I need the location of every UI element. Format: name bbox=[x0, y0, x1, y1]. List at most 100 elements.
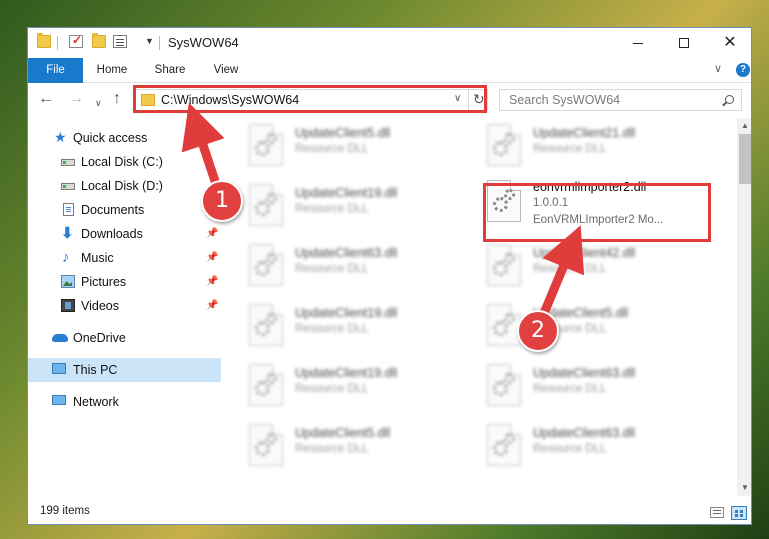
file-item[interactable]: UpdateClient5.dll Resource DLL bbox=[241, 418, 471, 474]
maximize-button[interactable] bbox=[661, 28, 707, 58]
sidebar-item-label: This PC bbox=[73, 363, 118, 377]
file-type: Resource DLL bbox=[533, 143, 607, 155]
callout-1: 1 bbox=[201, 180, 243, 222]
file-name: UpdateClient19.dll bbox=[295, 186, 398, 200]
sidebar-item-this-pc[interactable]: This PC bbox=[28, 358, 221, 382]
file-item[interactable]: UpdateClient21.dll Resource DLL bbox=[479, 118, 709, 174]
sidebar-item-local-disk-d[interactable]: Local Disk (D:) bbox=[28, 174, 221, 198]
file-item[interactable]: UpdateClient5.dll Resource DLL bbox=[241, 118, 471, 174]
pin-icon[interactable]: 📌 bbox=[206, 228, 218, 239]
pictures-icon bbox=[61, 275, 75, 288]
file-item[interactable]: UpdateClient19.dll Resource DLL bbox=[241, 298, 471, 354]
new-folder-icon[interactable] bbox=[92, 33, 106, 48]
close-button[interactable]: ✕ bbox=[707, 28, 751, 58]
sidebar-item-label: Local Disk (C:) bbox=[81, 155, 163, 169]
close-icon: ✕ bbox=[723, 34, 737, 51]
sidebar-item-network[interactable]: Network bbox=[28, 390, 221, 414]
sidebar-item-downloads[interactable]: ⬇ Downloads 📌 bbox=[28, 222, 221, 246]
separator bbox=[57, 36, 58, 50]
file-type: Resource DLL bbox=[295, 203, 369, 215]
up-arrow-icon[interactable]: ↑ bbox=[113, 90, 121, 108]
dll-file-icon bbox=[249, 424, 283, 466]
scroll-down-icon[interactable]: ▼ bbox=[741, 483, 749, 492]
chevron-down-icon[interactable]: ▼ bbox=[145, 36, 154, 46]
customize-icon[interactable] bbox=[113, 35, 127, 48]
file-list: UpdateClient5.dll Resource DLL UpdateCli… bbox=[221, 118, 737, 496]
scroll-up-icon[interactable]: ▲ bbox=[741, 121, 749, 130]
file-type: Resource DLL bbox=[533, 383, 607, 395]
star-icon: ★ bbox=[54, 129, 67, 145]
file-name: UpdateClient63.dll bbox=[295, 246, 398, 260]
sidebar-item-quick-access[interactable]: ★ Quick access bbox=[28, 126, 221, 150]
file-item[interactable]: UpdateClient63.dll Resource DLL bbox=[241, 238, 471, 294]
downloads-icon: ⬇ bbox=[61, 225, 74, 242]
sidebar-item-onedrive[interactable]: OneDrive bbox=[28, 326, 221, 350]
music-icon: ♪ bbox=[62, 249, 70, 266]
dll-file-icon bbox=[487, 364, 521, 406]
scrollbar-thumb[interactable] bbox=[739, 134, 751, 184]
window-title: SysWOW64 bbox=[168, 35, 239, 50]
properties-check-icon[interactable] bbox=[69, 33, 83, 48]
sidebar-item-pictures[interactable]: Pictures 📌 bbox=[28, 270, 221, 294]
drive-icon bbox=[61, 159, 75, 166]
file-name: UpdateClient5.dll bbox=[295, 126, 391, 140]
forward-arrow-icon[interactable]: → bbox=[68, 90, 84, 108]
sidebar-item-label: Music bbox=[81, 251, 114, 265]
pin-icon[interactable]: 📌 bbox=[206, 252, 218, 263]
file-name: UpdateClient19.dll bbox=[295, 366, 398, 380]
minimize-button[interactable] bbox=[615, 28, 661, 58]
vertical-scrollbar[interactable]: ▲ ▼ bbox=[737, 118, 751, 496]
file-item[interactable]: UpdateClient5.dll Resource DLL bbox=[479, 298, 709, 354]
dll-file-icon bbox=[487, 424, 521, 466]
folder-icon[interactable] bbox=[37, 33, 51, 48]
drive-icon bbox=[61, 183, 75, 190]
file-name: UpdateClient5.dll bbox=[295, 426, 391, 440]
sidebar-item-local-disk-c[interactable]: Local Disk (C:) bbox=[28, 150, 221, 174]
file-item[interactable]: UpdateClient42.dll Resource DLL bbox=[479, 238, 709, 294]
file-type: Resource DLL bbox=[295, 443, 369, 455]
title-bar: ▼ SysWOW64 ✕ bbox=[28, 28, 751, 58]
sidebar-item-label: Downloads bbox=[81, 227, 143, 241]
file-name: UpdateClient19.dll bbox=[295, 306, 398, 320]
sidebar-item-label: Pictures bbox=[81, 275, 127, 289]
search-input[interactable]: Search SysWOW64 bbox=[499, 89, 742, 111]
expand-ribbon-icon[interactable]: ∨ bbox=[714, 62, 722, 75]
navigation-pane: ★ Quick access Local Disk (C:) Local Dis… bbox=[28, 118, 221, 498]
file-item[interactable]: UpdateClient63.dll Resource DLL bbox=[479, 358, 709, 414]
details-view-icon[interactable] bbox=[710, 507, 724, 518]
search-icon[interactable] bbox=[725, 95, 734, 104]
tab-view[interactable]: View bbox=[206, 58, 246, 83]
sidebar-item-label: Documents bbox=[81, 203, 145, 217]
sidebar-item-music[interactable]: ♪ Music 📌 bbox=[28, 246, 221, 270]
file-name: UpdateClient42.dll bbox=[533, 246, 636, 260]
dll-file-icon bbox=[249, 124, 283, 166]
file-item[interactable]: UpdateClient63.dll Resource DLL bbox=[479, 418, 709, 474]
tab-file[interactable]: File bbox=[28, 58, 83, 83]
dll-file-icon bbox=[487, 304, 521, 346]
file-type: Resource DLL bbox=[295, 383, 369, 395]
tab-home[interactable]: Home bbox=[90, 58, 134, 83]
sidebar-item-videos[interactable]: Videos 📌 bbox=[28, 294, 221, 318]
file-item[interactable]: UpdateClient19.dll Resource DLL bbox=[241, 358, 471, 414]
sidebar-item-documents[interactable]: Documents 📌 bbox=[28, 198, 221, 222]
pin-icon[interactable]: 📌 bbox=[206, 300, 218, 311]
pin-icon[interactable]: 📌 bbox=[206, 276, 218, 287]
tab-share[interactable]: Share bbox=[148, 58, 192, 83]
help-icon[interactable]: ? bbox=[736, 63, 750, 77]
file-name: UpdateClient63.dll bbox=[533, 366, 636, 380]
file-item[interactable]: UpdateClient19.dll Resource DLL bbox=[241, 178, 471, 234]
onedrive-icon bbox=[52, 334, 68, 342]
item-count: 199 items bbox=[40, 505, 90, 517]
file-name: UpdateClient21.dll bbox=[533, 126, 636, 140]
ribbon: File Home Share View ∨ ? bbox=[28, 58, 751, 83]
sidebar-item-label: Videos bbox=[81, 299, 119, 313]
back-arrow-icon[interactable]: ← bbox=[38, 90, 54, 108]
dll-file-icon bbox=[249, 244, 283, 286]
search-placeholder: Search SysWOW64 bbox=[509, 93, 621, 107]
file-type: Resource DLL bbox=[533, 443, 607, 455]
tiles-view-icon[interactable] bbox=[731, 506, 747, 520]
file-highlight bbox=[483, 183, 711, 242]
documents-icon bbox=[63, 203, 74, 216]
recent-locations-icon[interactable]: ∨ bbox=[95, 94, 102, 112]
dll-file-icon bbox=[487, 124, 521, 166]
